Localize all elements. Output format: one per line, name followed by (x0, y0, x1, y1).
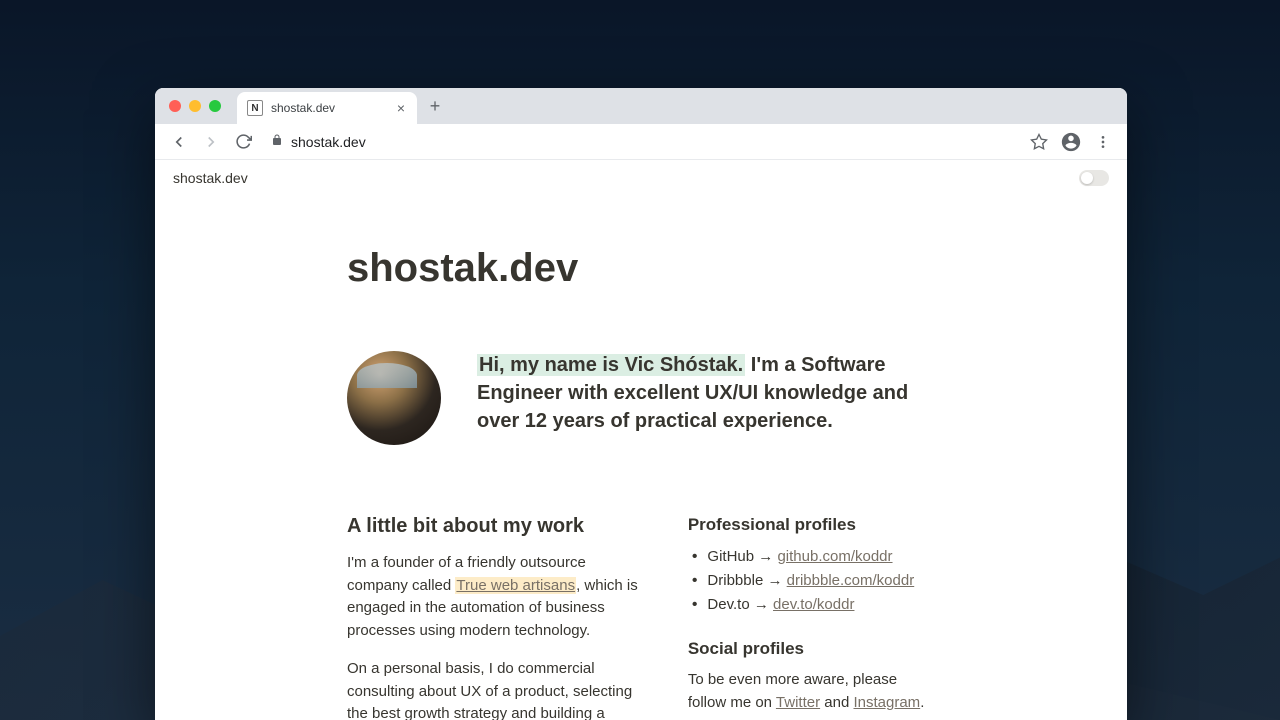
intro-highlight: Hi, my name is Vic Shóstak. (477, 354, 745, 376)
window-maximize-button[interactable] (209, 100, 221, 112)
dribbble-link[interactable]: dribbble.com/koddr (787, 572, 915, 589)
lock-icon (271, 134, 283, 149)
forward-button[interactable] (199, 130, 223, 154)
notion-topbar: shostak.dev (155, 160, 1127, 196)
github-link[interactable]: github.com/koddr (777, 548, 892, 565)
profile-avatar-icon[interactable] (1059, 130, 1083, 154)
dark-mode-toggle[interactable] (1079, 170, 1109, 186)
tab-title: shostak.dev (271, 101, 385, 115)
social-text: To be even more aware, please follow me … (688, 669, 935, 714)
profile-label: GitHub (707, 548, 754, 565)
arrow-icon: → (754, 596, 769, 613)
social-heading: Social profiles (688, 639, 935, 659)
column-right: Professional profiles GitHub → github.co… (688, 515, 935, 720)
main-content: shostak.dev Hi, my name is Vic Shóstak. … (287, 196, 995, 720)
columns: A little bit about my work I'm a founder… (347, 515, 935, 720)
browser-menu-icon[interactable] (1091, 130, 1115, 154)
true-web-artisans-link[interactable]: True web artisans (455, 577, 576, 594)
browser-tab-bar: N shostak.dev × + (155, 88, 1127, 124)
url-text: shostak.dev (291, 134, 366, 150)
intro-text: Hi, my name is Vic Shóstak. I'm a Softwa… (477, 351, 935, 435)
window-controls (163, 100, 229, 112)
browser-tab-active[interactable]: N shostak.dev × (237, 92, 417, 124)
browser-window: N shostak.dev × + shostak.dev (155, 88, 1127, 720)
about-paragraph-1: I'm a founder of a friendly outsource co… (347, 552, 638, 642)
page-title: shostak.dev (347, 246, 935, 291)
window-close-button[interactable] (169, 100, 181, 112)
arrow-icon: → (758, 548, 773, 565)
arrow-icon: → (767, 572, 782, 589)
bookmark-star-icon[interactable] (1027, 130, 1051, 154)
devto-link[interactable]: dev.to/koddr (773, 596, 854, 613)
list-item: Dev.to → dev.to/koddr (692, 593, 935, 617)
instagram-link[interactable]: Instagram (853, 694, 920, 711)
tab-favicon-icon: N (247, 100, 263, 116)
social-mid: and (820, 694, 853, 711)
twitter-link[interactable]: Twitter (776, 694, 820, 711)
address-field[interactable]: shostak.dev (263, 134, 1019, 150)
column-left: A little bit about my work I'm a founder… (347, 515, 638, 720)
avatar (347, 351, 441, 445)
intro-section: Hi, my name is Vic Shóstak. I'm a Softwa… (347, 351, 935, 445)
back-button[interactable] (167, 130, 191, 154)
breadcrumb[interactable]: shostak.dev (173, 170, 248, 186)
list-item: GitHub → github.com/koddr (692, 545, 935, 569)
page-content: shostak.dev shostak.dev Hi, my name is V… (155, 160, 1127, 720)
tab-close-icon[interactable]: × (393, 100, 409, 116)
about-paragraph-2: On a personal basis, I do commercial con… (347, 658, 638, 720)
new-tab-button[interactable]: + (421, 92, 449, 120)
browser-toolbar: shostak.dev (155, 124, 1127, 160)
reload-button[interactable] (231, 130, 255, 154)
profiles-list: GitHub → github.com/koddr Dribbble → dri… (688, 545, 935, 617)
about-heading: A little bit about my work (347, 515, 638, 538)
profile-label: Dribbble (707, 572, 763, 589)
window-minimize-button[interactable] (189, 100, 201, 112)
profiles-heading: Professional profiles (688, 515, 935, 535)
list-item: Dribbble → dribbble.com/koddr (692, 569, 935, 593)
profile-label: Dev.to (707, 596, 749, 613)
social-after: . (920, 694, 924, 711)
